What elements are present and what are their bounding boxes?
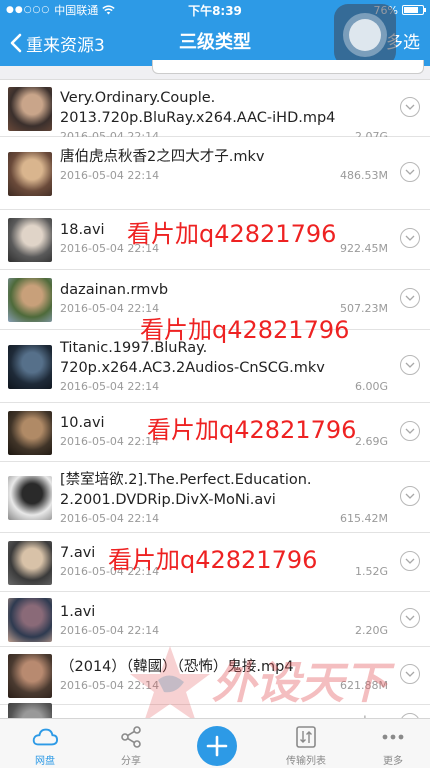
- file-size: 507.23M: [340, 302, 388, 315]
- video-thumbnail: [8, 703, 52, 718]
- file-name: 唐伯虎点秋香2之四大才子.mkv: [60, 149, 265, 165]
- back-button[interactable]: 重来资源3: [10, 20, 105, 66]
- expand-button[interactable]: [400, 608, 420, 628]
- file-row[interactable]: （2014）（韓國）（恐怖）鬼接.mp4 2016-05-04 22:14 621.…: [0, 647, 430, 705]
- file-row[interactable]: show067.wmv: [0, 703, 430, 718]
- tab-label: 传输列表: [286, 756, 326, 767]
- expand-button[interactable]: [400, 355, 420, 375]
- expand-button[interactable]: [400, 288, 420, 308]
- file-date: 2016-05-04 22:14: [60, 302, 160, 315]
- expand-button[interactable]: [400, 228, 420, 248]
- tab-transfer-list[interactable]: 传输列表: [276, 719, 336, 768]
- expand-button[interactable]: [400, 421, 420, 441]
- chevron-down-icon: [405, 428, 415, 434]
- file-row[interactable]: dazainan.rmvb 2016-05-04 22:14 507.23M: [0, 270, 430, 330]
- tab-label: 分享: [121, 756, 141, 767]
- file-name: 7.avi: [60, 545, 96, 561]
- file-date: 2016-05-04 22:14: [60, 624, 160, 637]
- tab-bar: 网盘 分享 传输列表 更多: [0, 718, 430, 768]
- file-row[interactable]: 1.avi 2016-05-04 22:14 2.20G: [0, 592, 430, 647]
- video-thumbnail: [8, 152, 52, 196]
- video-thumbnail: [8, 87, 52, 131]
- file-date: 2016-05-04 22:14: [60, 242, 160, 255]
- video-thumbnail: [8, 654, 52, 698]
- battery-fill: [404, 7, 418, 13]
- battery-icon: [402, 5, 426, 15]
- expand-button[interactable]: [400, 97, 420, 117]
- file-size: 6.00G: [354, 380, 388, 393]
- chevron-down-icon: [405, 362, 415, 368]
- file-list[interactable]: Very.Ordinary.Couple. 2013.720p.BluRay.x…: [0, 80, 430, 718]
- expand-button[interactable]: [400, 664, 420, 684]
- tab-share[interactable]: 分享: [106, 719, 156, 768]
- file-date: 2016-05-04 22:14: [60, 512, 160, 525]
- expand-button[interactable]: [400, 486, 420, 506]
- video-thumbnail: [8, 345, 52, 389]
- video-thumbnail: [8, 598, 52, 642]
- file-name: Very.Ordinary.Couple. 2013.720p.BluRay.x…: [60, 90, 336, 126]
- chevron-down-icon: [405, 671, 415, 677]
- expand-button[interactable]: [400, 551, 420, 571]
- transfer-list-icon: [293, 724, 319, 750]
- tab-netdisk[interactable]: 网盘: [20, 719, 70, 768]
- assistive-touch-button[interactable]: [334, 4, 396, 66]
- tab-label: 更多: [383, 756, 403, 767]
- file-row[interactable]: Titanic.1997.BluRay. 720p.x264.AC3.2Audi…: [0, 330, 430, 403]
- file-size: 2.69G: [354, 435, 388, 448]
- file-name: dazainan.rmvb: [60, 282, 169, 298]
- file-date: 2016-05-04 22:14: [60, 435, 160, 448]
- file-size: 922.45M: [340, 242, 388, 255]
- chevron-down-icon: [405, 493, 415, 499]
- back-label: 重来资源3: [26, 35, 105, 56]
- more-icon: [380, 724, 406, 750]
- file-date: 2016-05-04 22:14: [60, 679, 160, 692]
- tab-label: 网盘: [35, 756, 55, 767]
- file-row[interactable]: 18.avi 2016-05-04 22:14 922.45M: [0, 210, 430, 270]
- file-row[interactable]: 唐伯虎点秋香2之四大才子.mkv 2016-05-04 22:14 486.53M: [0, 137, 430, 210]
- file-date: 2016-05-04 22:14: [60, 380, 160, 393]
- file-size: 621.88M: [340, 679, 388, 692]
- chevron-down-icon: [405, 558, 415, 564]
- chevron-down-icon: [405, 235, 415, 241]
- video-thumbnail: [8, 476, 52, 520]
- file-name: [禁室培欲.2].The.Perfect.Education. 2.2001.D…: [60, 472, 312, 508]
- expand-button[interactable]: [400, 162, 420, 182]
- video-thumbnail: [8, 278, 52, 322]
- add-icon: [206, 735, 228, 757]
- file-size: 615.42M: [340, 512, 388, 525]
- chevron-left-icon: [10, 33, 22, 53]
- file-row[interactable]: [禁室培欲.2].The.Perfect.Education. 2.2001.D…: [0, 462, 430, 533]
- file-size: 1.52G: [354, 565, 388, 578]
- video-thumbnail: [8, 541, 52, 585]
- video-thumbnail: [8, 411, 52, 455]
- chevron-down-icon: [405, 295, 415, 301]
- file-date: 2016-05-04 22:14: [60, 169, 160, 182]
- video-thumbnail: [8, 218, 52, 262]
- file-name: Titanic.1997.BluRay. 720p.x264.AC3.2Audi…: [60, 340, 325, 376]
- add-button[interactable]: [197, 726, 237, 766]
- cloud-icon: [32, 724, 58, 750]
- search-strip: [0, 60, 430, 80]
- file-row[interactable]: Very.Ordinary.Couple. 2013.720p.BluRay.x…: [0, 80, 430, 143]
- file-row[interactable]: 7.avi 2016-05-04 22:14 1.52G: [0, 533, 430, 592]
- assistive-ring-icon: [343, 13, 387, 57]
- file-size: 2.20G: [354, 624, 388, 637]
- chevron-down-icon: [405, 169, 415, 175]
- file-date: 2016-05-04 22:14: [60, 565, 160, 578]
- search-input[interactable]: [152, 60, 424, 74]
- file-name: 10.avi: [60, 415, 105, 431]
- file-size: 486.53M: [340, 169, 388, 182]
- file-name: 1.avi: [60, 604, 96, 620]
- file-name: 18.avi: [60, 222, 105, 238]
- file-name: （2014）（韓國）（恐怖）鬼接.mp4: [60, 659, 294, 675]
- share-icon: [118, 724, 144, 750]
- tab-more[interactable]: 更多: [368, 719, 418, 768]
- file-row[interactable]: 10.avi 2016-05-04 22:14 2.69G: [0, 403, 430, 462]
- chevron-down-icon: [405, 615, 415, 621]
- chevron-down-icon: [405, 104, 415, 110]
